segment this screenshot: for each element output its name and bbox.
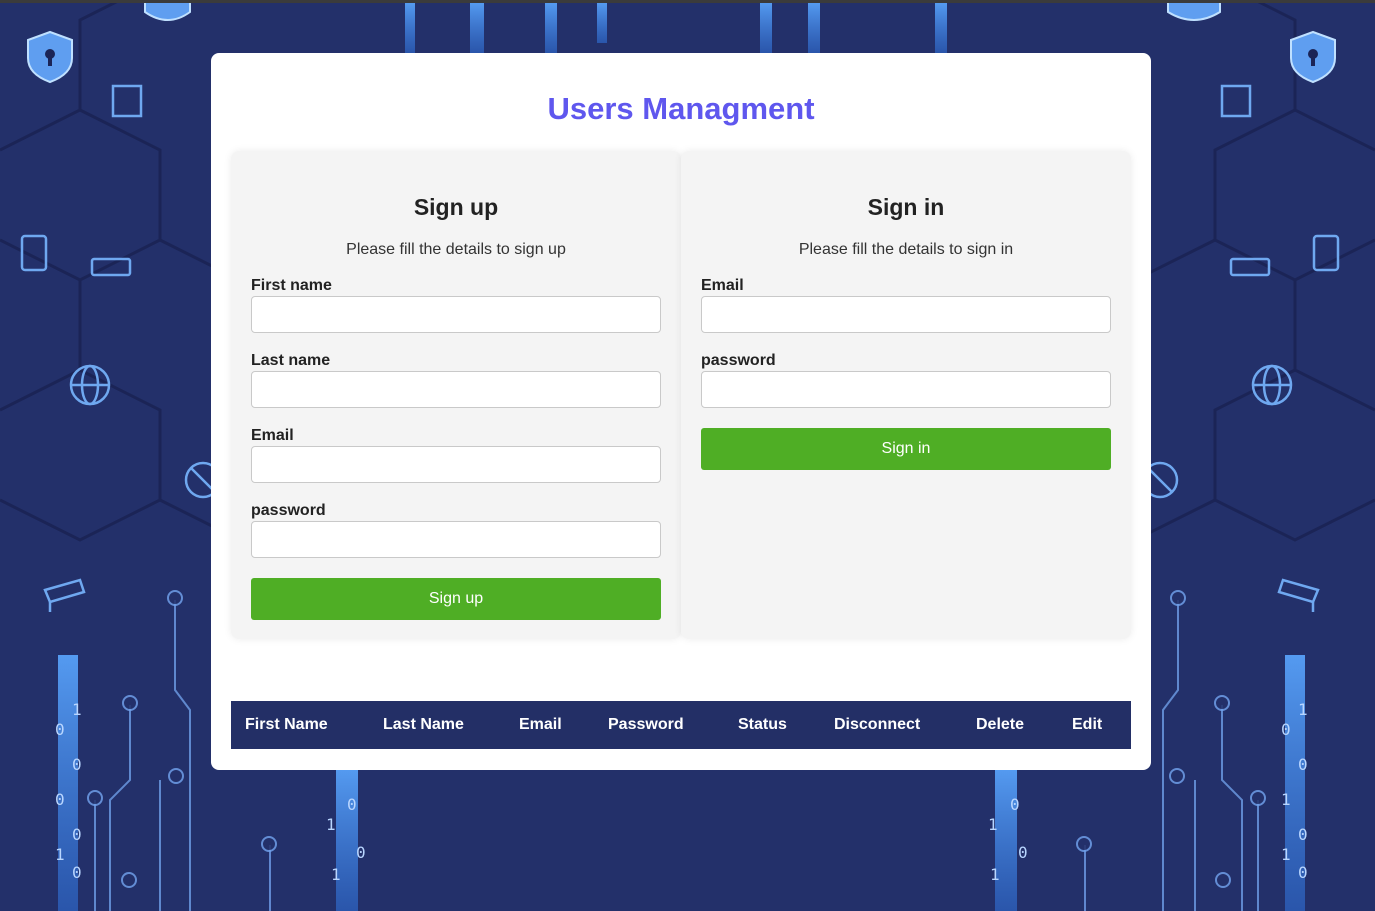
signup-email-label: Email	[251, 427, 294, 444]
signin-heading: Sign in	[867, 194, 945, 220]
signin-panel: Sign in Please fill the details to sign …	[681, 151, 1131, 639]
signin-button[interactable]: Sign in	[701, 428, 1111, 470]
column-header-delete: Delete	[976, 716, 1025, 733]
signup-subtitle: Please fill the details to sign up	[346, 241, 566, 258]
svg-text:1: 1	[988, 815, 998, 834]
users-table-header: First Name Last Name Email Password Stat…	[231, 701, 1131, 749]
svg-text:1: 1	[55, 845, 65, 864]
svg-text:1: 1	[326, 815, 336, 834]
column-header-password: Password	[608, 716, 684, 733]
last-name-label: Last name	[251, 352, 331, 369]
svg-text:0: 0	[1018, 843, 1028, 862]
svg-text:0: 0	[1281, 720, 1291, 739]
users-management-card: Users Managment Sign up Please fill the …	[211, 53, 1151, 770]
svg-text:0: 0	[356, 843, 366, 862]
signin-password-label: password	[701, 352, 776, 369]
svg-text:1: 1	[990, 865, 1000, 884]
svg-text:0: 0	[347, 795, 357, 814]
svg-text:0: 0	[1298, 755, 1308, 774]
svg-text:0: 0	[55, 790, 65, 809]
svg-text:0: 0	[72, 825, 82, 844]
svg-text:1: 1	[1281, 790, 1291, 809]
svg-text:1: 1	[1298, 700, 1308, 719]
signup-email-input[interactable]	[251, 446, 661, 483]
page-title: Users Managment	[547, 91, 815, 126]
column-header-disconnect: Disconnect	[834, 716, 921, 733]
signup-panel: Sign up Please fill the details to sign …	[231, 151, 681, 639]
first-name-label: First name	[251, 277, 332, 294]
column-header-edit: Edit	[1072, 716, 1103, 733]
column-header-last-name: Last Name	[383, 716, 464, 733]
last-name-input[interactable]	[251, 371, 661, 408]
column-header-email: Email	[519, 716, 562, 733]
svg-text:0: 0	[72, 863, 82, 882]
svg-text:1: 1	[331, 865, 341, 884]
svg-text:0: 0	[72, 755, 82, 774]
first-name-input[interactable]	[251, 296, 661, 333]
column-header-status: Status	[738, 716, 787, 733]
signup-password-label: password	[251, 502, 326, 519]
signin-password-input[interactable]	[701, 371, 1111, 408]
browser-top-border	[0, 0, 1375, 3]
svg-text:0: 0	[1298, 863, 1308, 882]
svg-text:1: 1	[1281, 845, 1291, 864]
signup-password-input[interactable]	[251, 521, 661, 558]
signin-email-label: Email	[701, 277, 744, 294]
signup-heading: Sign up	[413, 194, 499, 220]
signin-email-input[interactable]	[701, 296, 1111, 333]
svg-text:0: 0	[55, 720, 65, 739]
signin-subtitle: Please fill the details to sign in	[798, 241, 1014, 258]
signup-button[interactable]: Sign up	[251, 578, 661, 620]
column-header-first-name: First Name	[245, 716, 328, 733]
svg-text:1: 1	[72, 700, 82, 719]
svg-text:0: 0	[1010, 795, 1020, 814]
svg-text:0: 0	[1298, 825, 1308, 844]
